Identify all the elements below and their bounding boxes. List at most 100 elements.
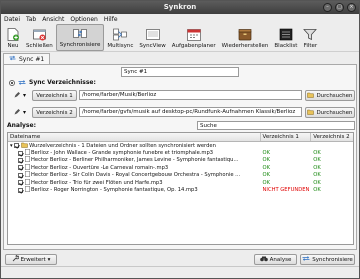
multisync-label: Multisync bbox=[107, 43, 134, 49]
folder1-status: OK bbox=[262, 157, 271, 164]
checkbox[interactable] bbox=[18, 180, 23, 186]
table-row[interactable]: Berlioz - Roger Norrington - Symphonie f… bbox=[8, 186, 353, 193]
folder2-button[interactable]: Verzeichnis 2 bbox=[32, 107, 77, 118]
edit-folder1-icon[interactable] bbox=[14, 92, 20, 100]
browse-label: Durchsuchen bbox=[316, 109, 353, 116]
sync-icon bbox=[18, 79, 26, 88]
checkbox[interactable] bbox=[18, 157, 23, 163]
status-bar bbox=[1, 266, 359, 278]
menu-help[interactable]: Hilfe bbox=[104, 16, 118, 23]
file-name: Hector Berlioz - Trio für zwei Flöten un… bbox=[31, 179, 163, 186]
folder1-status: OK bbox=[262, 179, 271, 186]
minimize-button[interactable]: – bbox=[323, 3, 332, 12]
title-bar: Synkron – □ × bbox=[1, 1, 359, 14]
syncview-icon bbox=[145, 28, 160, 41]
blacklist-button[interactable]: Blacklist bbox=[271, 24, 300, 51]
analyse-button[interactable]: Analyse bbox=[254, 254, 297, 265]
analysis-table: Dateiname Verzeichnis 1 Verzeichnis 2 ▾ … bbox=[7, 132, 354, 245]
synchronise-label: Synchronisiere bbox=[59, 42, 101, 48]
checkbox[interactable] bbox=[18, 150, 23, 156]
maximize-button[interactable]: □ bbox=[335, 3, 344, 12]
checkbox[interactable] bbox=[18, 187, 23, 193]
folder2-status: OK bbox=[313, 172, 321, 179]
blacklist-label: Blacklist bbox=[274, 43, 298, 49]
browse-label: Durchsuchen bbox=[316, 92, 353, 99]
sync-folders-label: Sync Verzeichnisse: bbox=[29, 79, 96, 86]
tab-sync-1[interactable]: Sync #1 bbox=[3, 53, 51, 64]
advanced-label: Erweitert bbox=[20, 256, 46, 263]
dropdown-arrow-icon: ▾ bbox=[47, 256, 51, 263]
file-name: Berlioz - John Wallace - Grande symphoni… bbox=[31, 150, 214, 157]
syncview-label: SyncView bbox=[139, 43, 166, 49]
folder1-status: NICHT GEFUNDEN bbox=[262, 187, 310, 194]
file-name: Berlioz - Roger Norrington - Symphonie f… bbox=[31, 187, 198, 194]
column-filename[interactable]: Dateiname bbox=[8, 133, 261, 141]
folder1-status: OK bbox=[262, 150, 271, 157]
folder2-status: OK bbox=[313, 187, 321, 194]
scheduler-button[interactable]: Aufgabenplaner bbox=[169, 24, 219, 51]
restore-button[interactable]: Wiederherstellen bbox=[219, 24, 272, 51]
menu-file[interactable]: Datei bbox=[4, 16, 20, 23]
app-window: Synkron – □ × Datei Tab Ansicht Optionen… bbox=[0, 0, 360, 279]
sync-folders-radio[interactable] bbox=[9, 80, 15, 86]
close-tab-button[interactable]: Schließen bbox=[23, 24, 56, 51]
table-header: Dateiname Verzeichnis 1 Verzeichnis 2 bbox=[8, 133, 353, 142]
column-folder2[interactable]: Verzeichnis 2 bbox=[311, 133, 353, 141]
sync-name-input[interactable]: Sync #1 bbox=[121, 67, 239, 77]
expand-arrow-icon[interactable]: ▾ bbox=[10, 143, 13, 149]
menu-view[interactable]: Ansicht bbox=[42, 16, 64, 23]
column-folder1[interactable]: Verzeichnis 1 bbox=[261, 133, 312, 141]
folder-icon bbox=[307, 109, 315, 117]
checkbox[interactable] bbox=[14, 143, 20, 149]
folder2-status: OK bbox=[313, 150, 321, 157]
folder1-browse-button[interactable]: Durchsuchen bbox=[305, 90, 355, 101]
edit-folder2-icon[interactable] bbox=[14, 109, 20, 117]
filter-label: Filter bbox=[303, 43, 318, 49]
folder1-dropdown-icon[interactable]: ▾ bbox=[23, 92, 26, 99]
multisync-icon bbox=[113, 28, 128, 41]
toolbar: Neu Schließen Synchronisiere Multisync S… bbox=[1, 24, 359, 52]
window-title: Synkron bbox=[163, 3, 197, 11]
search-input[interactable]: Suche bbox=[197, 121, 355, 130]
menu-tab[interactable]: Tab bbox=[26, 16, 36, 23]
menu-options[interactable]: Optionen bbox=[70, 16, 98, 23]
folder1-button[interactable]: Verzeichnis 1 bbox=[32, 90, 77, 101]
folder2-browse-button[interactable]: Durchsuchen bbox=[305, 107, 355, 118]
new-document-icon bbox=[6, 28, 20, 41]
checkbox[interactable] bbox=[18, 165, 23, 171]
analyse-button-label: Analyse bbox=[269, 256, 292, 263]
folder1-path-input[interactable]: /home/farber/Musik/Berlioz bbox=[79, 90, 302, 100]
synchronise-icon bbox=[73, 27, 87, 40]
synchronise-action-button[interactable]: Synchronisiere bbox=[300, 254, 355, 265]
file-name: Hector Berlioz - Sir Colin Davis - Royal… bbox=[31, 172, 241, 179]
multisync-button[interactable]: Multisync bbox=[104, 24, 136, 51]
file-name: Hector Berlioz - Berliner Philharmoniker… bbox=[31, 157, 239, 164]
synchronise-action-label: Synchronisiere bbox=[312, 256, 353, 263]
new-button[interactable]: Neu bbox=[3, 24, 23, 51]
wrench-icon bbox=[12, 254, 19, 264]
restore-label: Wiederherstellen bbox=[221, 43, 269, 49]
syncview-button[interactable]: SyncView bbox=[136, 24, 168, 51]
folder1-status: OK bbox=[262, 164, 271, 171]
tab-label: Sync #1 bbox=[19, 55, 45, 63]
folder2-status: OK bbox=[313, 179, 321, 186]
folder-icon bbox=[307, 92, 315, 100]
checkbox[interactable] bbox=[18, 172, 23, 178]
close-window-button[interactable]: × bbox=[347, 3, 356, 12]
new-label: Neu bbox=[7, 43, 19, 49]
scheduler-icon bbox=[186, 28, 201, 41]
blacklist-icon bbox=[279, 28, 293, 41]
advanced-button[interactable]: Erweitert ▾ bbox=[5, 254, 57, 265]
scheduler-label: Aufgabenplaner bbox=[171, 43, 216, 49]
folder1-status: OK bbox=[262, 172, 271, 179]
folder2-dropdown-icon[interactable]: ▾ bbox=[23, 109, 26, 116]
folder2-path-input[interactable]: /home/farber/gvfs/musik auf desktop-pc/R… bbox=[79, 107, 302, 117]
sync-tab-icon bbox=[9, 55, 16, 63]
menu-bar: Datei Tab Ansicht Optionen Hilfe bbox=[1, 14, 359, 24]
root-label: Wurzelverzeichnis - 1 Dateien und Ordner… bbox=[29, 142, 216, 149]
analyse-label: Analyse: bbox=[7, 122, 36, 129]
filter-button[interactable]: Filter bbox=[300, 24, 320, 51]
sync-tab-panel: Sync #1 Sync Verzeichnisse: ▾ Verzeichni… bbox=[3, 64, 357, 250]
filter-icon bbox=[303, 28, 318, 41]
synchronise-button[interactable]: Synchronisiere bbox=[55, 24, 105, 51]
